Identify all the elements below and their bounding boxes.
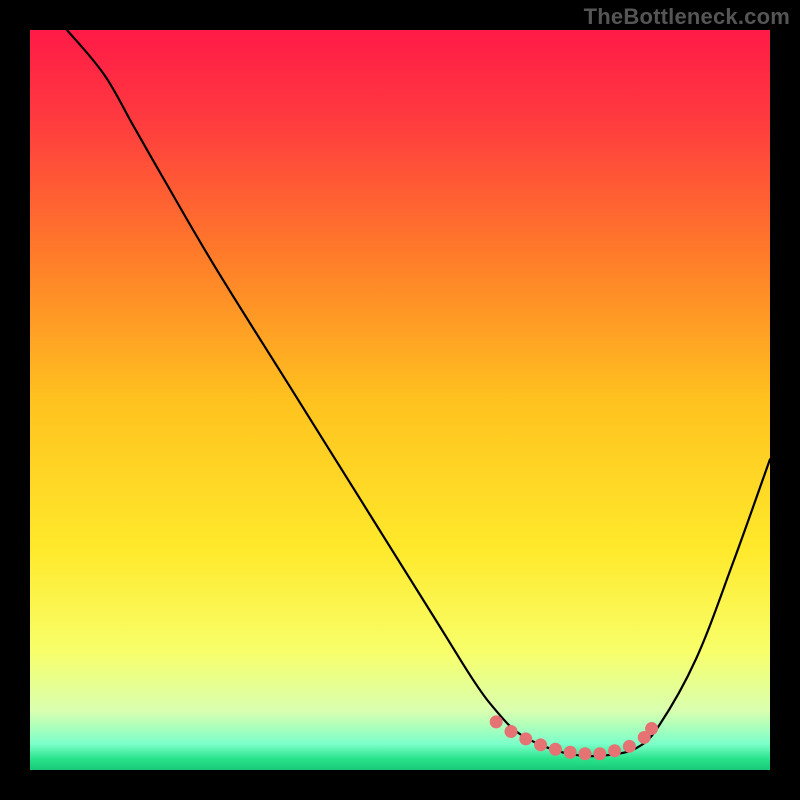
chart-svg bbox=[30, 30, 770, 770]
sweet-spot-marker bbox=[623, 740, 636, 753]
plot-area bbox=[30, 30, 770, 770]
sweet-spot-marker bbox=[549, 743, 562, 756]
chart-frame: TheBottleneck.com bbox=[0, 0, 800, 800]
sweet-spot-marker bbox=[645, 722, 658, 735]
sweet-spot-marker bbox=[593, 747, 606, 760]
sweet-spot-marker bbox=[505, 725, 518, 738]
watermark-text: TheBottleneck.com bbox=[584, 4, 790, 30]
sweet-spot-marker bbox=[579, 747, 592, 760]
sweet-spot-marker bbox=[490, 715, 503, 728]
sweet-spot-marker bbox=[564, 746, 577, 759]
sweet-spot-marker bbox=[534, 738, 547, 751]
sweet-spot-marker bbox=[519, 732, 532, 745]
sweet-spot-marker bbox=[608, 744, 621, 757]
